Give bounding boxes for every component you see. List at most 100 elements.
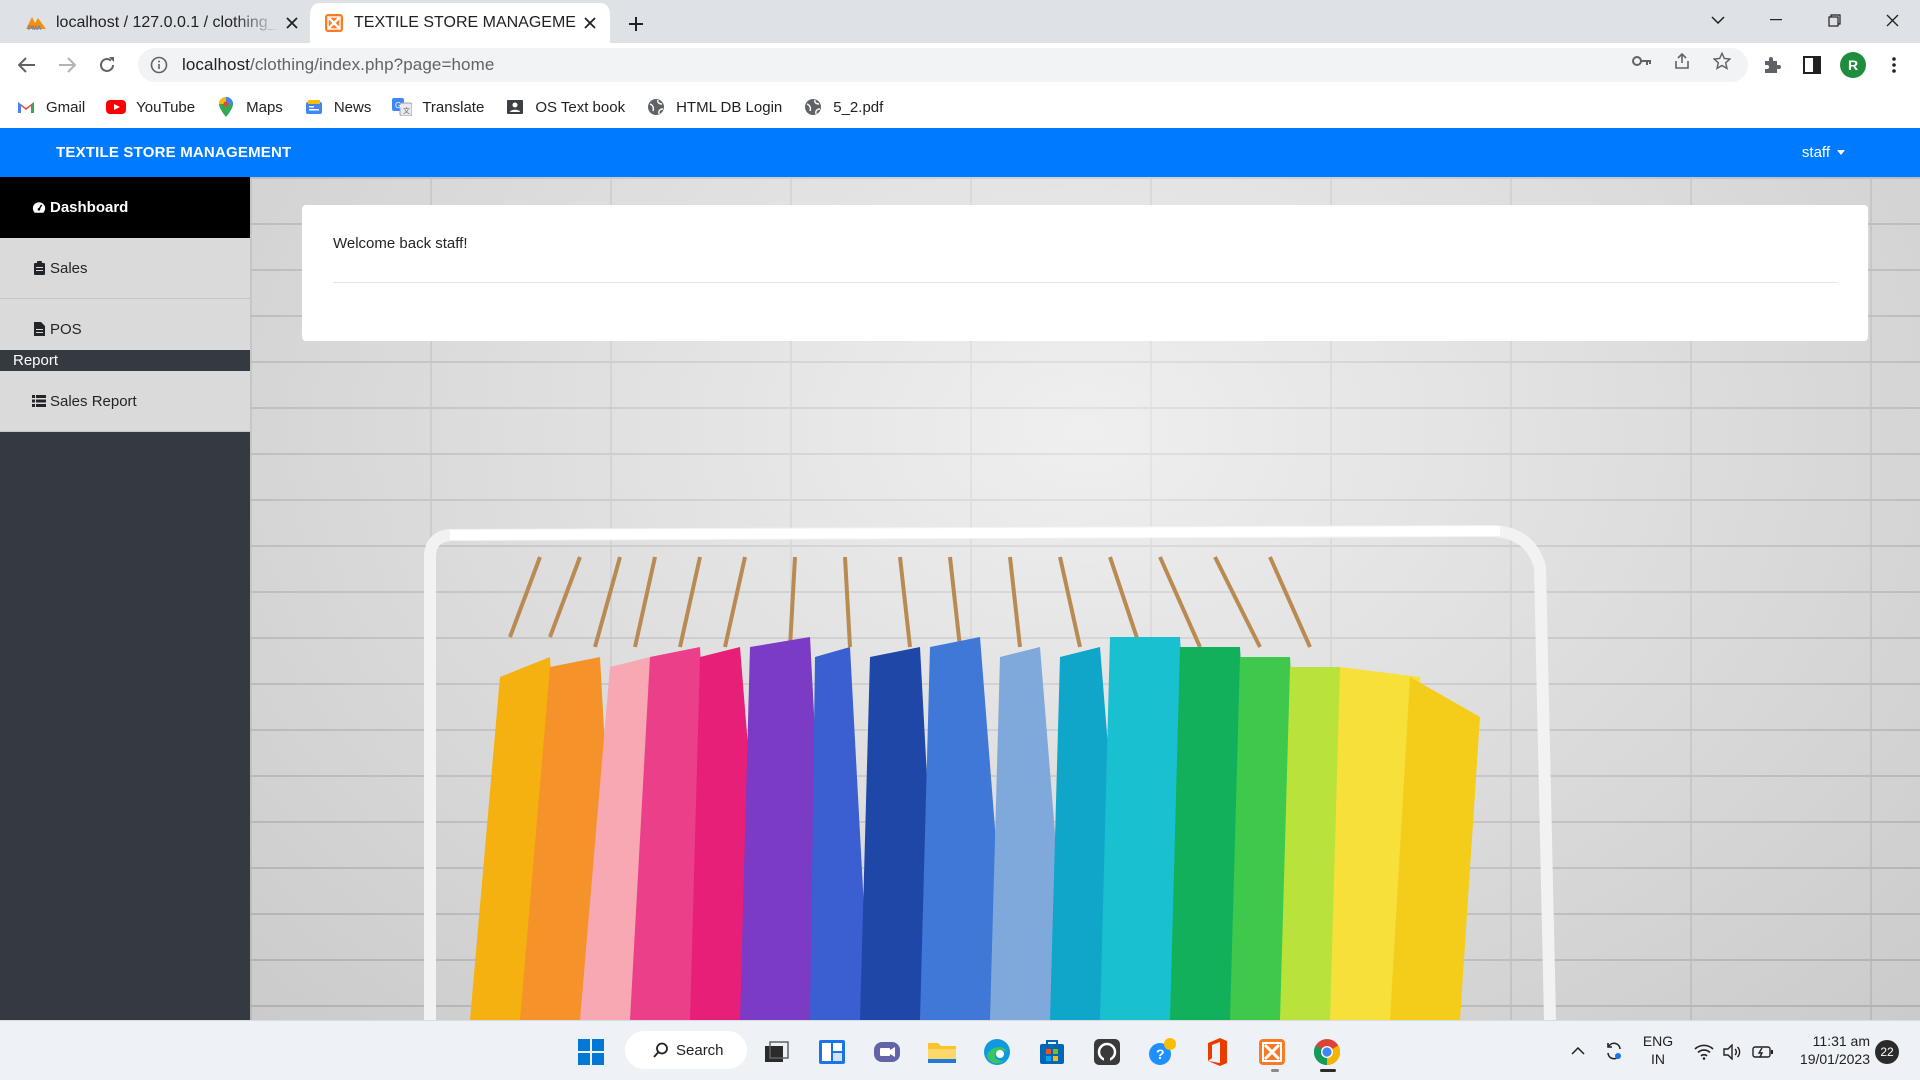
translate-icon: G文 — [392, 97, 413, 117]
search-icon — [653, 1042, 668, 1058]
bookmark-youtube[interactable]: YouTube — [106, 97, 195, 117]
tab-title: localhost / 127.0.0.1 / clothing_db — [56, 14, 278, 31]
xampp-icon[interactable] — [1255, 1035, 1289, 1069]
minimize-button[interactable] — [1748, 0, 1804, 40]
globe-icon — [803, 97, 823, 117]
sidebar-item-label: Sales — [50, 259, 88, 277]
address-bar[interactable]: localhost/clothing/index.php?page=home — [138, 48, 1748, 82]
forward-button[interactable] — [52, 50, 82, 80]
bookmarks-bar: Gmail YouTube Maps News G文 Translate OS … — [0, 86, 1920, 128]
windows-taskbar: Search ? ENG IN 11:31 am 19/01/2023 22 — [0, 1020, 1920, 1080]
phpmyadmin-icon: PMA — [26, 13, 46, 33]
sidebar-item-sales-report[interactable]: Sales Report — [0, 371, 250, 432]
chevron-up-icon[interactable] — [1568, 1041, 1588, 1061]
language-indicator[interactable]: ENG IN — [1638, 1032, 1678, 1068]
sidebar-item-label: POS — [50, 320, 82, 338]
extensions-icon[interactable] — [1761, 54, 1783, 76]
sidebar-item-label: Dashboard — [50, 199, 129, 216]
volume-icon[interactable] — [1720, 1040, 1744, 1064]
profile-avatar[interactable]: R — [1840, 52, 1866, 78]
tab-strip: PMA localhost / 127.0.0.1 / clothing_db … — [0, 0, 1920, 43]
svg-text:G: G — [395, 101, 401, 110]
bookmark-5-2-pdf[interactable]: 5_2.pdf — [803, 97, 883, 117]
main-content: Welcome back staff! — [250, 177, 1920, 1020]
bookmark-maps[interactable]: Maps — [216, 97, 283, 117]
kebab-menu-icon[interactable] — [1883, 54, 1905, 76]
bookmark-label: Gmail — [46, 98, 86, 116]
minimize-icon — [1770, 19, 1782, 21]
user-name: staff — [1801, 144, 1830, 161]
clock-date: 19/01/2023 — [1799, 1051, 1870, 1067]
brand-title[interactable]: TEXTILE STORE MANAGEMENT — [56, 144, 291, 161]
url-text: localhost/clothing/index.php?page=home — [182, 55, 494, 75]
sidebar-item-dashboard[interactable]: Dashboard — [0, 177, 250, 238]
clock[interactable]: 11:31 am 19/01/2023 — [1786, 1032, 1870, 1068]
sidebar-item-label: Sales Report — [50, 392, 137, 410]
back-button[interactable] — [12, 50, 42, 80]
caret-down-icon — [1837, 150, 1845, 155]
sync-icon[interactable] — [1602, 1039, 1626, 1063]
office-icon[interactable] — [1200, 1035, 1234, 1069]
chevron-down-icon — [1711, 16, 1725, 24]
help-icon[interactable]: ? — [1145, 1035, 1179, 1069]
svg-text:?: ? — [1156, 1046, 1165, 1062]
microsoft-store-icon[interactable] — [1035, 1035, 1069, 1069]
wifi-icon[interactable] — [1692, 1040, 1716, 1064]
book-icon — [505, 97, 525, 117]
youtube-icon — [106, 97, 127, 117]
side-panel-icon[interactable] — [1801, 54, 1823, 76]
reload-button[interactable] — [92, 50, 122, 80]
share-icon[interactable] — [1672, 51, 1692, 71]
bookmark-gmail[interactable]: Gmail — [16, 97, 85, 117]
app-navbar: TEXTILE STORE MANAGEMENT staff — [0, 128, 1920, 177]
bookmark-label: Translate — [422, 98, 485, 116]
taskbar-search[interactable]: Search — [625, 1031, 747, 1069]
windows-icon — [578, 1039, 604, 1065]
start-button[interactable] — [574, 1035, 608, 1069]
close-icon[interactable] — [576, 9, 604, 37]
bookmark-translate[interactable]: G文 Translate — [392, 97, 484, 117]
close-icon[interactable] — [278, 9, 306, 37]
dashboard-icon — [32, 201, 46, 215]
close-window-button[interactable] — [1864, 0, 1920, 40]
user-dropdown[interactable]: staff — [1802, 144, 1845, 161]
arrow-right-icon — [59, 57, 76, 73]
tab-search-button[interactable] — [1690, 0, 1746, 40]
bookmark-label: HTML DB Login — [676, 98, 783, 116]
url-host: localhost — [182, 55, 250, 74]
file-icon — [32, 322, 46, 336]
edge-icon[interactable] — [980, 1035, 1014, 1069]
battery-icon[interactable] — [1750, 1040, 1776, 1064]
sidebar: Dashboard Sales POS Report Sales Report — [0, 177, 250, 1020]
new-tab-button[interactable] — [620, 8, 652, 40]
bookmark-news[interactable]: News — [304, 97, 372, 117]
bookmark-label: OS Text book — [535, 98, 626, 116]
password-key-icon[interactable] — [1632, 51, 1652, 71]
bookmark-os-text-book[interactable]: OS Text book — [505, 97, 625, 117]
running-indicator — [1271, 1069, 1279, 1072]
bookmark-star-icon[interactable] — [1712, 51, 1732, 71]
welcome-card: Welcome back staff! — [302, 205, 1868, 341]
github-desktop-icon[interactable] — [1090, 1035, 1124, 1069]
card-divider — [333, 282, 1837, 283]
notification-badge[interactable]: 22 — [1875, 1040, 1899, 1064]
xampp-icon — [324, 13, 344, 33]
chrome-icon[interactable] — [1310, 1035, 1344, 1069]
clipboard-icon — [32, 261, 46, 275]
bookmark-html-db-login[interactable]: HTML DB Login — [646, 97, 782, 117]
info-icon[interactable] — [150, 56, 168, 74]
widgets-icon[interactable] — [815, 1035, 849, 1069]
file-explorer-icon[interactable] — [925, 1035, 959, 1069]
restore-button[interactable] — [1806, 0, 1862, 40]
teams-chat-icon[interactable] — [870, 1035, 904, 1069]
sidebar-item-sales[interactable]: Sales — [0, 238, 250, 299]
tab-phpmyadmin[interactable]: PMA localhost / 127.0.0.1 / clothing_db — [12, 3, 312, 43]
hangers — [508, 556, 1312, 648]
svg-text:文: 文 — [403, 106, 410, 115]
bookmark-label: Maps — [246, 98, 283, 116]
welcome-message: Welcome back staff! — [333, 235, 468, 252]
tab-title: TEXTILE STORE MANAGEMENT — [354, 14, 576, 31]
task-view-icon[interactable] — [760, 1035, 794, 1069]
bookmark-label: News — [333, 98, 372, 116]
tab-textile-store[interactable]: TEXTILE STORE MANAGEMENT — [310, 3, 610, 43]
